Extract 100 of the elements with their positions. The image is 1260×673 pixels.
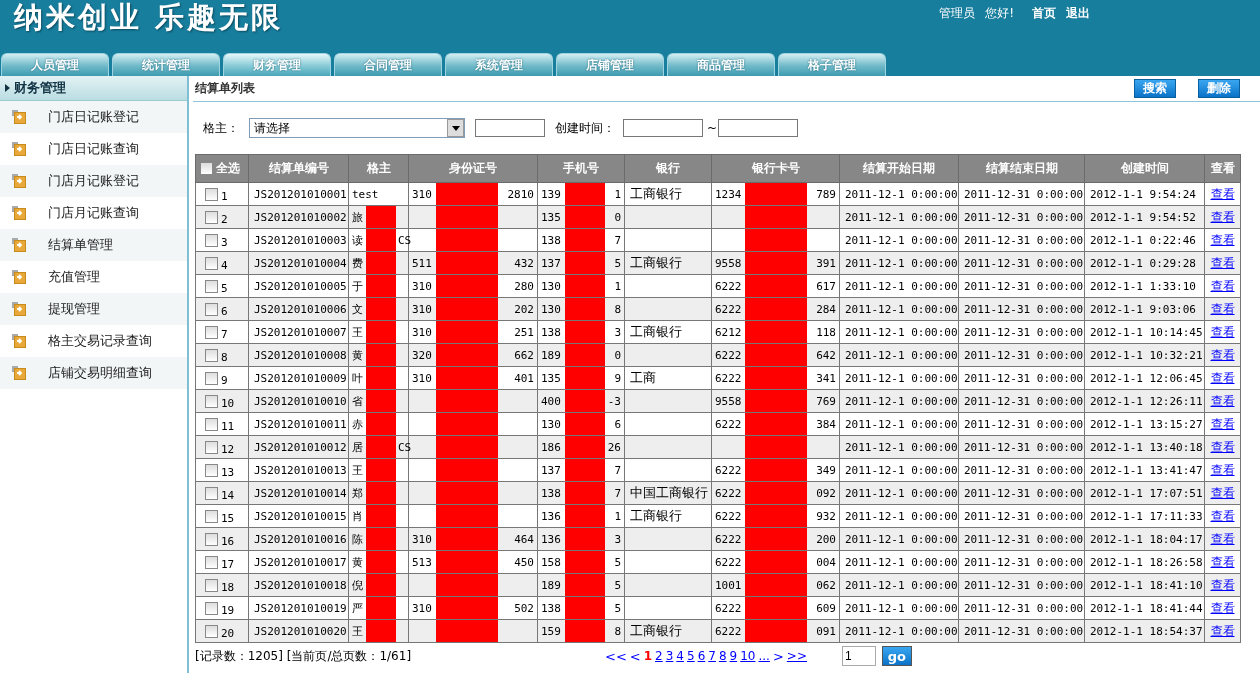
table-cell: 2011-12-31 0:00:00 xyxy=(964,578,1084,592)
checkbox[interactable] xyxy=(205,486,218,500)
checkbox[interactable] xyxy=(205,578,218,592)
page-link[interactable]: 4 xyxy=(676,649,684,663)
table-cell: 1 xyxy=(614,509,621,523)
table-cell: 1 xyxy=(614,187,621,201)
checkbox[interactable] xyxy=(205,210,218,224)
table-cell: 609 xyxy=(816,601,836,615)
page-input[interactable]: 1 xyxy=(841,646,876,666)
sidebar-item[interactable]: 门店日记账登记 xyxy=(0,101,187,133)
sidebar-item[interactable]: 店铺交易明细查询 xyxy=(0,357,187,389)
checkbox[interactable] xyxy=(205,440,218,454)
header-link[interactable]: 首页 xyxy=(1032,5,1056,22)
checkbox[interactable] xyxy=(205,187,218,201)
sidebar-item[interactable]: 门店月记账查询 xyxy=(0,197,187,229)
table-cell: 349 xyxy=(816,463,836,477)
table-cell: JS201201010017 xyxy=(254,555,347,569)
page-link[interactable]: > xyxy=(772,648,784,664)
table-cell: 2012-1-1 9:54:52 xyxy=(1090,210,1196,224)
page-link[interactable]: >> xyxy=(786,649,807,663)
table-cell: JS201201010012 xyxy=(254,440,347,454)
table-cell-text: 135 xyxy=(541,210,562,224)
owner-input[interactable] xyxy=(475,119,545,137)
table-cell: 1001 xyxy=(715,578,743,592)
table-cell: 2012-1-1 18:04:17 xyxy=(1090,532,1203,546)
go-button[interactable]: go xyxy=(881,646,912,666)
table-cell: 642 xyxy=(816,348,836,362)
table-cell-text: 130 xyxy=(541,417,562,431)
table-cell: 工商银行 xyxy=(630,186,682,201)
table-cell: 0 xyxy=(614,210,621,224)
column-header: 银行卡号 xyxy=(751,161,800,175)
date-from-field[interactable] xyxy=(623,119,703,137)
row-number: 8 xyxy=(221,349,228,364)
page-link[interactable]: 10 xyxy=(740,649,756,663)
checkbox[interactable] xyxy=(205,624,218,638)
sidebar-item[interactable]: 提现管理 xyxy=(0,293,187,325)
table-cell: 6222 xyxy=(715,348,743,362)
table-cell: 倪 xyxy=(352,577,364,593)
table-cell: 091 xyxy=(816,624,836,638)
dropdown-icon[interactable] xyxy=(447,119,464,137)
page-link[interactable]: 8 xyxy=(718,649,727,663)
arrow-icon xyxy=(12,302,26,316)
checkbox[interactable] xyxy=(205,463,218,477)
table-cell: JS201201010003 xyxy=(254,233,347,247)
checkbox[interactable] xyxy=(205,325,218,339)
table-cell: 1234 xyxy=(715,187,743,201)
page-link[interactable]: 1 xyxy=(643,649,653,663)
table-cell: 004 xyxy=(816,555,836,569)
arrow-icon xyxy=(12,334,26,348)
sidebar-item[interactable]: 充值管理 xyxy=(0,261,187,293)
sidebar-item[interactable]: 门店日记账查询 xyxy=(0,133,187,165)
sidebar-item[interactable]: 门店月记账登记 xyxy=(0,165,187,197)
table-cell: 6 xyxy=(614,417,621,431)
page-link[interactable]: 3 xyxy=(665,649,674,663)
table-cell: 6222 xyxy=(715,417,743,431)
table-cell: 5 xyxy=(614,601,621,615)
checkbox[interactable] xyxy=(205,279,218,293)
page-link[interactable]: < xyxy=(629,648,641,664)
date-to-field[interactable] xyxy=(718,119,799,137)
checkbox[interactable] xyxy=(200,162,213,175)
checkbox[interactable] xyxy=(205,371,218,385)
sidebar-heading-text: 财务管理 xyxy=(14,79,66,97)
table-cell: 2012-1-1 18:41:10 xyxy=(1090,578,1203,592)
checkbox[interactable] xyxy=(205,233,218,247)
checkbox[interactable] xyxy=(205,532,218,546)
table-cell: 2011-12-31 0:00:00 xyxy=(964,279,1084,293)
sidebar-item[interactable]: 结算单管理 xyxy=(0,229,187,261)
page-link[interactable]: 6 xyxy=(697,649,706,663)
table-cell: JS201201010016 xyxy=(254,532,347,546)
toolbar-button[interactable]: 搜索 xyxy=(1134,79,1176,98)
table-cell: 于 xyxy=(352,278,364,294)
table-cell: 9558 xyxy=(715,394,743,408)
sidebar-item[interactable]: 格主交易记录查询 xyxy=(0,325,187,357)
checkbox[interactable] xyxy=(205,302,218,316)
page-link[interactable]: << xyxy=(605,648,627,664)
table-cell: 王 xyxy=(352,623,364,639)
checkbox[interactable] xyxy=(205,394,218,408)
table-cell: JS201201010018 xyxy=(254,578,347,592)
checkbox[interactable] xyxy=(205,348,218,362)
table-cell: JS201201010008 xyxy=(254,348,347,362)
page-link[interactable]: 9 xyxy=(729,649,738,663)
page-link[interactable]: ... xyxy=(758,649,770,663)
checkbox[interactable] xyxy=(205,555,218,569)
table-cell: 陈 xyxy=(352,531,364,547)
checkbox[interactable] xyxy=(205,417,218,431)
table-cell: 464 xyxy=(514,532,534,546)
table-cell-text: 310 xyxy=(412,601,433,615)
checkbox[interactable] xyxy=(205,601,218,615)
page-link[interactable]: 7 xyxy=(708,649,716,663)
row-number: 6 xyxy=(221,303,228,318)
owner-select[interactable]: 请选择 xyxy=(249,118,465,138)
page-link[interactable]: 2 xyxy=(655,649,663,663)
checkbox[interactable] xyxy=(205,256,218,270)
header-link[interactable]: 退出 xyxy=(1066,5,1090,22)
checkbox[interactable] xyxy=(205,509,218,523)
table-cell: 7 xyxy=(614,233,621,247)
arrow-icon xyxy=(12,110,26,124)
page-link[interactable]: 5 xyxy=(687,649,695,663)
table-cell: 6222 xyxy=(715,601,743,615)
column-header: 创建时间 xyxy=(1120,161,1169,175)
